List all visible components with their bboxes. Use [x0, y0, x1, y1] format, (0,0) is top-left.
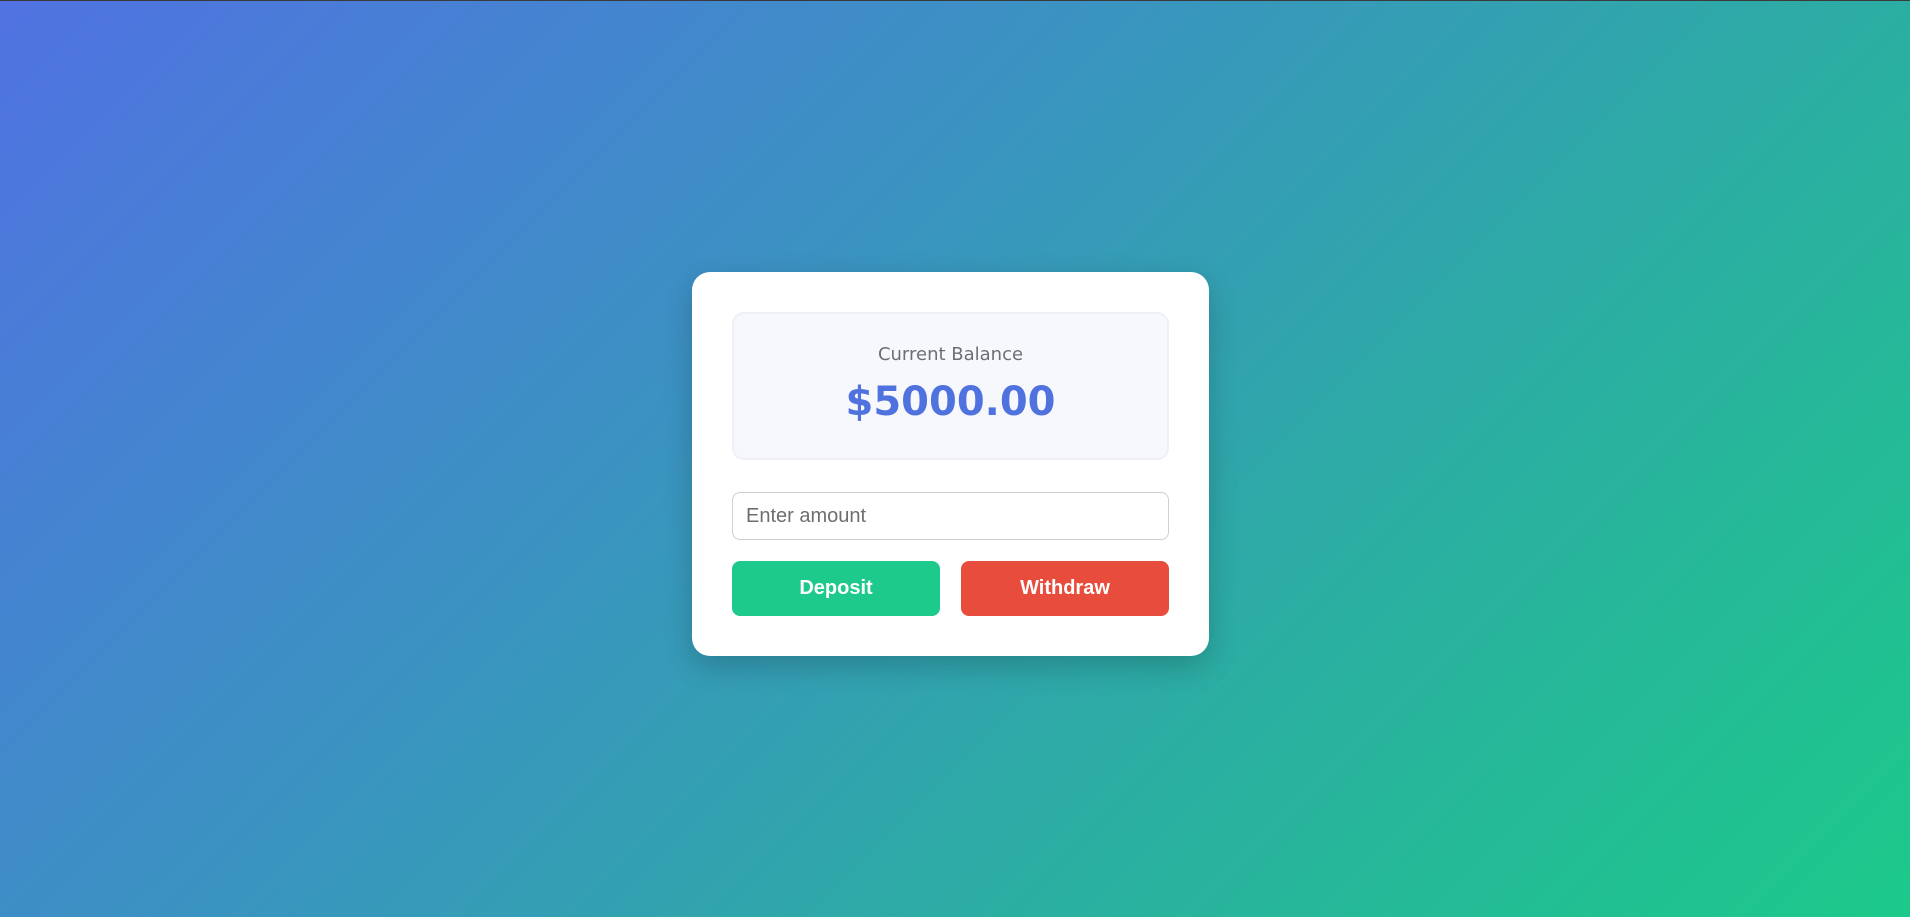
deposit-button[interactable]: Deposit	[732, 561, 940, 616]
withdraw-button[interactable]: Withdraw	[961, 561, 1169, 616]
balance-amount: $5000.00	[845, 379, 1056, 425]
balance-panel: Current Balance $5000.00	[732, 312, 1169, 460]
balance-label: Current Balance	[877, 344, 1024, 365]
action-buttons: Deposit Withdraw	[732, 561, 1169, 616]
amount-input[interactable]	[732, 492, 1169, 540]
bank-card: Current Balance $5000.00 Deposit Withdra…	[692, 272, 1209, 656]
